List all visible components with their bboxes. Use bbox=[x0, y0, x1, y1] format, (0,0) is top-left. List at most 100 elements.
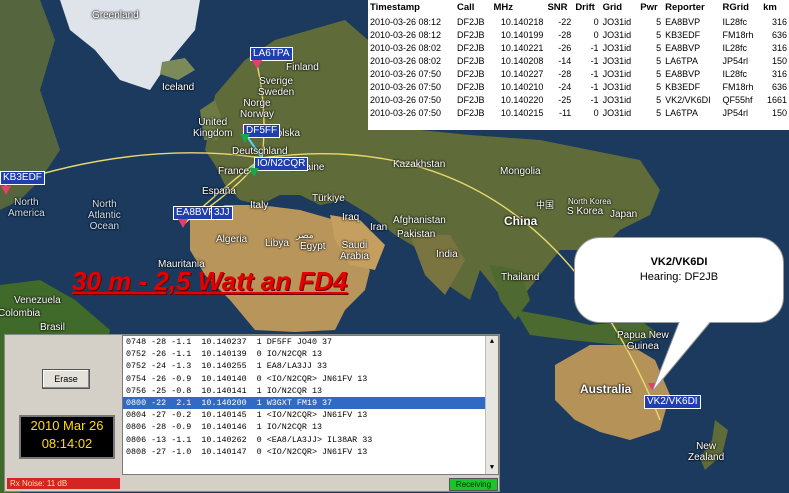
spot-cell: -28 bbox=[558, 69, 572, 79]
col-rgrid[interactable]: RGrid bbox=[721, 0, 762, 16]
spot-cell: JP54rl bbox=[722, 56, 749, 66]
spot-cell: KB3EDF bbox=[665, 82, 701, 92]
label-china: China bbox=[504, 214, 538, 228]
col-timestamp[interactable]: Timestamp bbox=[368, 0, 455, 16]
decode-line[interactable]: 0804 -27 -0.2 10.140145 1 <IO/N2CQR> JN6… bbox=[123, 409, 498, 421]
bubble-hearing: Hearing: DF2JB bbox=[639, 271, 719, 283]
pin-la6tpa-icon[interactable] bbox=[252, 60, 262, 69]
label-saudi-arabia: Saudi Arabia bbox=[340, 240, 369, 262]
station-la3jj[interactable]: 3JJ bbox=[211, 206, 233, 220]
spot-cell: JO31id bbox=[602, 30, 632, 40]
spot-cell: JO31id bbox=[602, 69, 632, 79]
spot-cell: 5 bbox=[656, 108, 662, 118]
spot-cell: 150 bbox=[771, 108, 787, 118]
spot-cell: 2010-03-26 08:12 bbox=[370, 30, 442, 40]
label-egypt: Egypt bbox=[300, 241, 326, 252]
label-north-atlantic: North Atlantic Ocean bbox=[88, 199, 121, 232]
label-iran: Iran bbox=[370, 222, 388, 233]
label-new-zealand: New Zealand bbox=[688, 441, 725, 463]
decoder-panel: Erase 2010 Mar 26 08:14:02 0748 -28 -1.1… bbox=[4, 334, 500, 492]
station-kb3edf[interactable]: KB3EDF bbox=[0, 171, 45, 185]
label-algeria: Algeria bbox=[216, 234, 248, 245]
spot-cell: -24 bbox=[558, 82, 572, 92]
label-venezuela: Venezuela bbox=[14, 295, 61, 306]
receiving-indicator: Receiving bbox=[449, 478, 498, 491]
label-egypt-ar: مصر bbox=[296, 230, 314, 240]
spot-cell: 636 bbox=[771, 30, 787, 40]
spot-cell: 10.140210 bbox=[500, 82, 544, 92]
spot-cell: JO31id bbox=[602, 82, 632, 92]
spot-cell: -22 bbox=[558, 17, 572, 27]
decode-line[interactable]: 0754 -26 -0.9 10.140140 0 <IO/N2CQR> JN6… bbox=[123, 373, 498, 385]
spot-row[interactable]: 2010-03-26 08:02 DF2JB 10.140221 -26 -1 JO31i… bbox=[368, 42, 789, 55]
spot-cell: -26 bbox=[558, 43, 572, 53]
label-norge: Norge Norway bbox=[240, 98, 274, 120]
decode-line[interactable]: 0752 -26 -1.1 10.140139 0 IO/N2CQR 13 bbox=[123, 348, 498, 360]
spot-cell: FM18rh bbox=[722, 82, 754, 92]
spot-cell: 316 bbox=[771, 43, 787, 53]
decode-line[interactable]: 0752 -24 -1.3 10.140255 1 EA8/LA3JJ 33 bbox=[123, 360, 498, 372]
spot-cell: 0 bbox=[593, 17, 599, 27]
spot-cell: JO31id bbox=[602, 56, 632, 66]
col-mhz[interactable]: MHz bbox=[492, 0, 546, 16]
erase-button[interactable]: Erase bbox=[42, 369, 90, 389]
spot-cell: 5 bbox=[656, 69, 662, 79]
spot-cell: IL28fc bbox=[722, 17, 748, 27]
col-pwr[interactable]: Pwr bbox=[638, 0, 663, 16]
pin-kb3edf-icon[interactable] bbox=[1, 186, 11, 195]
scroll-down-icon[interactable]: ▼ bbox=[486, 462, 498, 474]
spot-cell: 150 bbox=[771, 56, 787, 66]
decode-list[interactable]: 0748 -28 -1.1 10.140237 1 DF5FF JO40 37 0… bbox=[122, 335, 499, 475]
decode-line[interactable]: 0748 -28 -1.1 10.140237 1 DF5FF JO40 37 bbox=[123, 336, 498, 348]
spot-row[interactable]: 2010-03-26 08:02 DF2JB 10.140208 -14 -1 JO31i… bbox=[368, 55, 789, 68]
spot-row[interactable]: 2010-03-26 07:50 DF2JB 10.140215 -11 0 JO31id… bbox=[368, 107, 789, 120]
spot-row[interactable]: 2010-03-26 08:12 DF2JB 10.140218 -22 0 JO31id… bbox=[368, 16, 789, 29]
decode-line[interactable]: 0806 -13 -1.1 10.140262 0 <EA8/LA3JJ> IL… bbox=[123, 434, 498, 446]
label-japan: Japan bbox=[610, 209, 638, 220]
spot-cell: JP54rl bbox=[722, 108, 749, 118]
label-libya: Libya bbox=[265, 238, 289, 249]
spot-cell: -14 bbox=[558, 56, 572, 66]
label-italy: Italy bbox=[250, 200, 269, 211]
spot-cell: LA6TPA bbox=[665, 108, 698, 118]
spot-cell: 636 bbox=[771, 82, 787, 92]
spot-cell: QF55hf bbox=[722, 95, 753, 105]
spot-cell: 2010-03-26 08:02 bbox=[370, 43, 442, 53]
spot-row[interactable]: 2010-03-26 07:50 DF2JB 10.140227 -28 -1 JO31i… bbox=[368, 68, 789, 81]
spot-cell: EA8BVP bbox=[665, 69, 701, 79]
col-drift[interactable]: Drift bbox=[573, 0, 600, 16]
decode-line[interactable]: 0756 -25 -0.8 10.140141 1 IO/N2CQR 13 bbox=[123, 385, 498, 397]
pin-df5ff-icon[interactable] bbox=[240, 134, 250, 143]
col-reporter[interactable]: Reporter bbox=[663, 0, 720, 16]
spot-cell: 10.140220 bbox=[500, 95, 544, 105]
spot-cell: 316 bbox=[771, 69, 787, 79]
spot-row[interactable]: 2010-03-26 07:50 DF2JB 10.140210 -24 -1 JO31i… bbox=[368, 81, 789, 94]
station-io-n2cqr[interactable]: IO/N2CQR bbox=[254, 157, 309, 171]
clock-date: 2010 Mar 26 bbox=[30, 418, 104, 433]
spot-cell: DF2JB bbox=[456, 56, 485, 66]
spot-cell: VK2/VK6DI bbox=[665, 95, 711, 105]
scroll-up-icon[interactable]: ▲ bbox=[486, 336, 498, 348]
spot-cell: 1661 bbox=[766, 95, 787, 105]
pin-io-n2cqr-icon[interactable] bbox=[249, 168, 259, 177]
col-call[interactable]: Call bbox=[455, 0, 492, 16]
decode-line[interactable]: 0808 -27 -1.0 10.140147 0 <IO/N2CQR> JN6… bbox=[123, 446, 498, 458]
col-grid[interactable]: Grid bbox=[601, 0, 639, 16]
label-iraq: Iraq bbox=[342, 212, 360, 223]
station-vk2-vk6di[interactable]: VK2/VK6DI bbox=[644, 395, 701, 409]
station-la6tpa[interactable]: LA6TPA bbox=[250, 47, 293, 61]
col-km[interactable]: km bbox=[761, 0, 789, 16]
spot-cell: 5 bbox=[656, 30, 662, 40]
utc-clock: 2010 Mar 26 08:14:02 bbox=[19, 415, 115, 459]
bubble-call: VK2/VK6DI bbox=[650, 256, 708, 268]
decode-line[interactable]: 0800 -22 2.1 10.140200 1 W3GXT FM19 37 bbox=[123, 397, 498, 410]
spot-row[interactable]: 2010-03-26 07:50 DF2JB 10.140220 -25 -1 JO31i… bbox=[368, 94, 789, 107]
decode-line[interactable]: 0806 -28 -0.9 10.140146 1 IO/N2CQR 13 bbox=[123, 421, 498, 433]
pin-ea8bvp-icon[interactable] bbox=[178, 219, 188, 228]
spots-table: Timestamp Call MHz SNR Drift Grid Pwr Re… bbox=[368, 0, 789, 130]
spot-cell: JO31id bbox=[602, 17, 632, 27]
decode-scrollbar[interactable]: ▲ ▼ bbox=[485, 336, 498, 474]
spot-cell: 2010-03-26 07:50 bbox=[370, 69, 442, 79]
spot-row[interactable]: 2010-03-26 08:12 DF2JB 10.140199 -28 0 JO31id… bbox=[368, 29, 789, 42]
col-snr[interactable]: SNR bbox=[545, 0, 573, 16]
